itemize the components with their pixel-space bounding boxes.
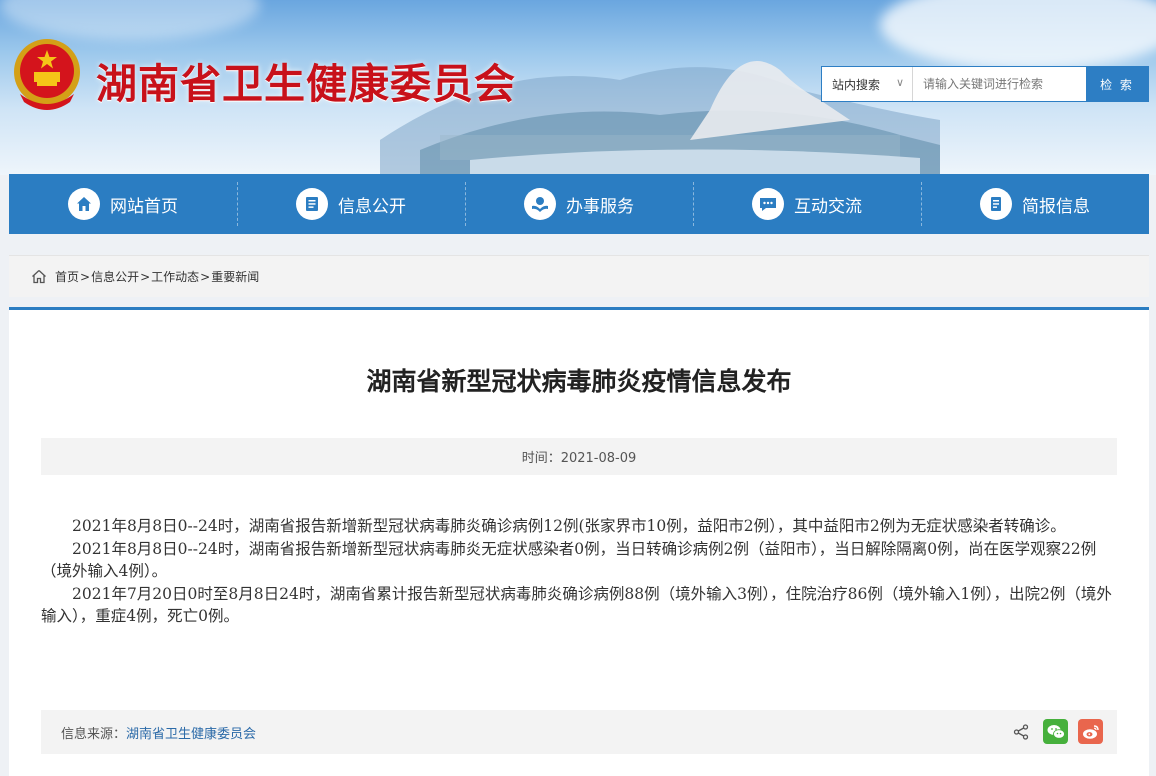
publish-time: 时间：2021-08-09 (521, 451, 637, 466)
nav-item-label: 网站首页 (110, 196, 178, 217)
breadcrumb-important-news-link[interactable]: 重要新闻 (211, 268, 259, 285)
nav-item-label: 办事服务 (566, 196, 634, 217)
document-icon (296, 188, 328, 220)
weibo-icon[interactable] (1078, 719, 1103, 744)
nav-item-services[interactable]: 办事服务 (465, 174, 693, 234)
share-toolbar (1008, 719, 1103, 744)
site-header: 湖南省卫生健康委员会 站内搜索 ∨ 检 索 (0, 0, 1156, 175)
share-icon[interactable] (1008, 719, 1033, 744)
national-emblem-logo (14, 39, 80, 110)
search-input[interactable] (913, 67, 1086, 101)
article-source: 信息来源： 湖南省卫生健康委员会 (41, 710, 1117, 754)
article-paragraph: 2021年8月8日0--24时，湖南省报告新增新型冠状病毒肺炎无症状感染者0例，… (41, 539, 1097, 581)
article-meta: 时间：2021-08-09 (41, 438, 1117, 475)
nav-item-interaction[interactable]: 互动交流 (693, 174, 921, 234)
home-icon (68, 188, 100, 220)
breadcrumb-info-public-link[interactable]: 信息公开 (91, 268, 139, 285)
article-paragraph: 2021年8月8日0--24时，湖南省报告新增新型冠状病毒肺炎确诊病例12例(张… (72, 517, 1066, 535)
article-body: 2021年8月8日0--24时，湖南省报告新增新型冠状病毒肺炎确诊病例12例(张… (41, 515, 1119, 628)
search-scope-select[interactable]: 站内搜索 ∨ (822, 67, 913, 101)
site-title: 湖南省卫生健康委员会 (96, 60, 516, 108)
service-icon (524, 188, 556, 220)
article-paragraph: 2021年7月20日0时至8月8日24时，湖南省累计报告新型冠状病毒肺炎确诊病例… (41, 584, 1112, 626)
breadcrumb: 首页 > 信息公开 > 工作动态 > 重要新闻 (9, 255, 1149, 297)
nav-item-label: 互动交流 (794, 196, 862, 217)
nav-item-label: 信息公开 (338, 196, 406, 217)
nav-item-briefing[interactable]: 简报信息 (921, 174, 1149, 234)
wechat-icon[interactable] (1043, 719, 1068, 744)
chat-icon (752, 188, 784, 220)
main-nav: 网站首页 信息公开 办事服务 互动交流 简报信息 (9, 174, 1149, 234)
briefing-icon (980, 188, 1012, 220)
cloud-decoration (0, 0, 260, 40)
nav-item-label: 简报信息 (1022, 196, 1090, 217)
article-panel: 湖南省新型冠状病毒肺炎疫情信息发布 时间：2021-08-09 2021年8月8… (9, 307, 1149, 776)
chevron-down-icon: ∨ (895, 76, 904, 89)
home-icon (31, 269, 47, 284)
search-bar: 站内搜索 ∨ 检 索 (821, 66, 1149, 102)
breadcrumb-work-news-link[interactable]: 工作动态 (151, 268, 199, 285)
source-label: 信息来源： (61, 726, 127, 742)
article-title: 湖南省新型冠状病毒肺炎疫情信息发布 (366, 367, 792, 396)
search-scope-label: 站内搜索 (832, 77, 881, 92)
source-name: 湖南省卫生健康委员会 (126, 726, 257, 742)
breadcrumb-home-link[interactable]: 首页 (55, 268, 79, 285)
nav-item-home[interactable]: 网站首页 (9, 174, 237, 234)
search-button[interactable]: 检 索 (1086, 67, 1148, 101)
nav-item-info-public[interactable]: 信息公开 (237, 174, 465, 234)
